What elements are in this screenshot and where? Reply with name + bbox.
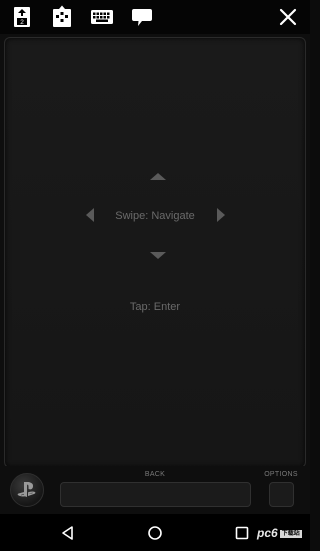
options-label: OPTIONS xyxy=(264,471,298,478)
keyboard-button[interactable] xyxy=(90,5,114,29)
chat-button[interactable] xyxy=(130,5,154,29)
second-screen-button[interactable]: 2 xyxy=(10,5,34,29)
close-button[interactable] xyxy=(276,5,300,29)
playstation-logo-icon xyxy=(17,482,36,497)
watermark-badge: 下载站 xyxy=(279,529,302,538)
back-label: BACK xyxy=(144,471,166,478)
back-button[interactable] xyxy=(60,482,251,507)
gamepad-button[interactable] xyxy=(50,5,74,29)
arrow-up-icon xyxy=(150,173,166,180)
circle-home-icon xyxy=(148,526,162,540)
second-screen-icon: 2 xyxy=(14,7,30,27)
swipe-hint: Swipe: Navigate xyxy=(115,210,195,222)
watermark-text: pc6 xyxy=(257,526,278,540)
remote-play-screen: 2 Swipe: Navigate Tap: Enter BACK OPTION… xyxy=(0,0,310,551)
ps-button[interactable] xyxy=(10,473,44,507)
second-screen-badge: 2 xyxy=(20,19,24,26)
chat-icon xyxy=(132,9,152,26)
triangle-back-icon xyxy=(62,526,73,540)
controller-buttons: BACK OPTIONS xyxy=(0,466,310,514)
nav-home-button[interactable] xyxy=(147,525,163,541)
watermark-logo: pc6 下载站 xyxy=(257,525,302,541)
top-toolbar: 2 xyxy=(0,0,310,34)
gamepad-icon xyxy=(53,5,71,27)
arrow-right-icon xyxy=(217,208,225,222)
tap-hint: Tap: Enter xyxy=(129,301,181,313)
nav-recents-button[interactable] xyxy=(234,525,250,541)
square-recents-icon xyxy=(235,526,249,540)
nav-back-button[interactable] xyxy=(60,525,76,541)
keyboard-icon xyxy=(91,10,113,24)
system-nav-bar: pc6 下载站 xyxy=(0,514,310,551)
options-button[interactable] xyxy=(269,482,294,507)
close-icon xyxy=(279,8,297,26)
arrow-down-icon xyxy=(150,252,166,259)
touchpad-area[interactable]: Swipe: Navigate Tap: Enter xyxy=(4,37,306,468)
